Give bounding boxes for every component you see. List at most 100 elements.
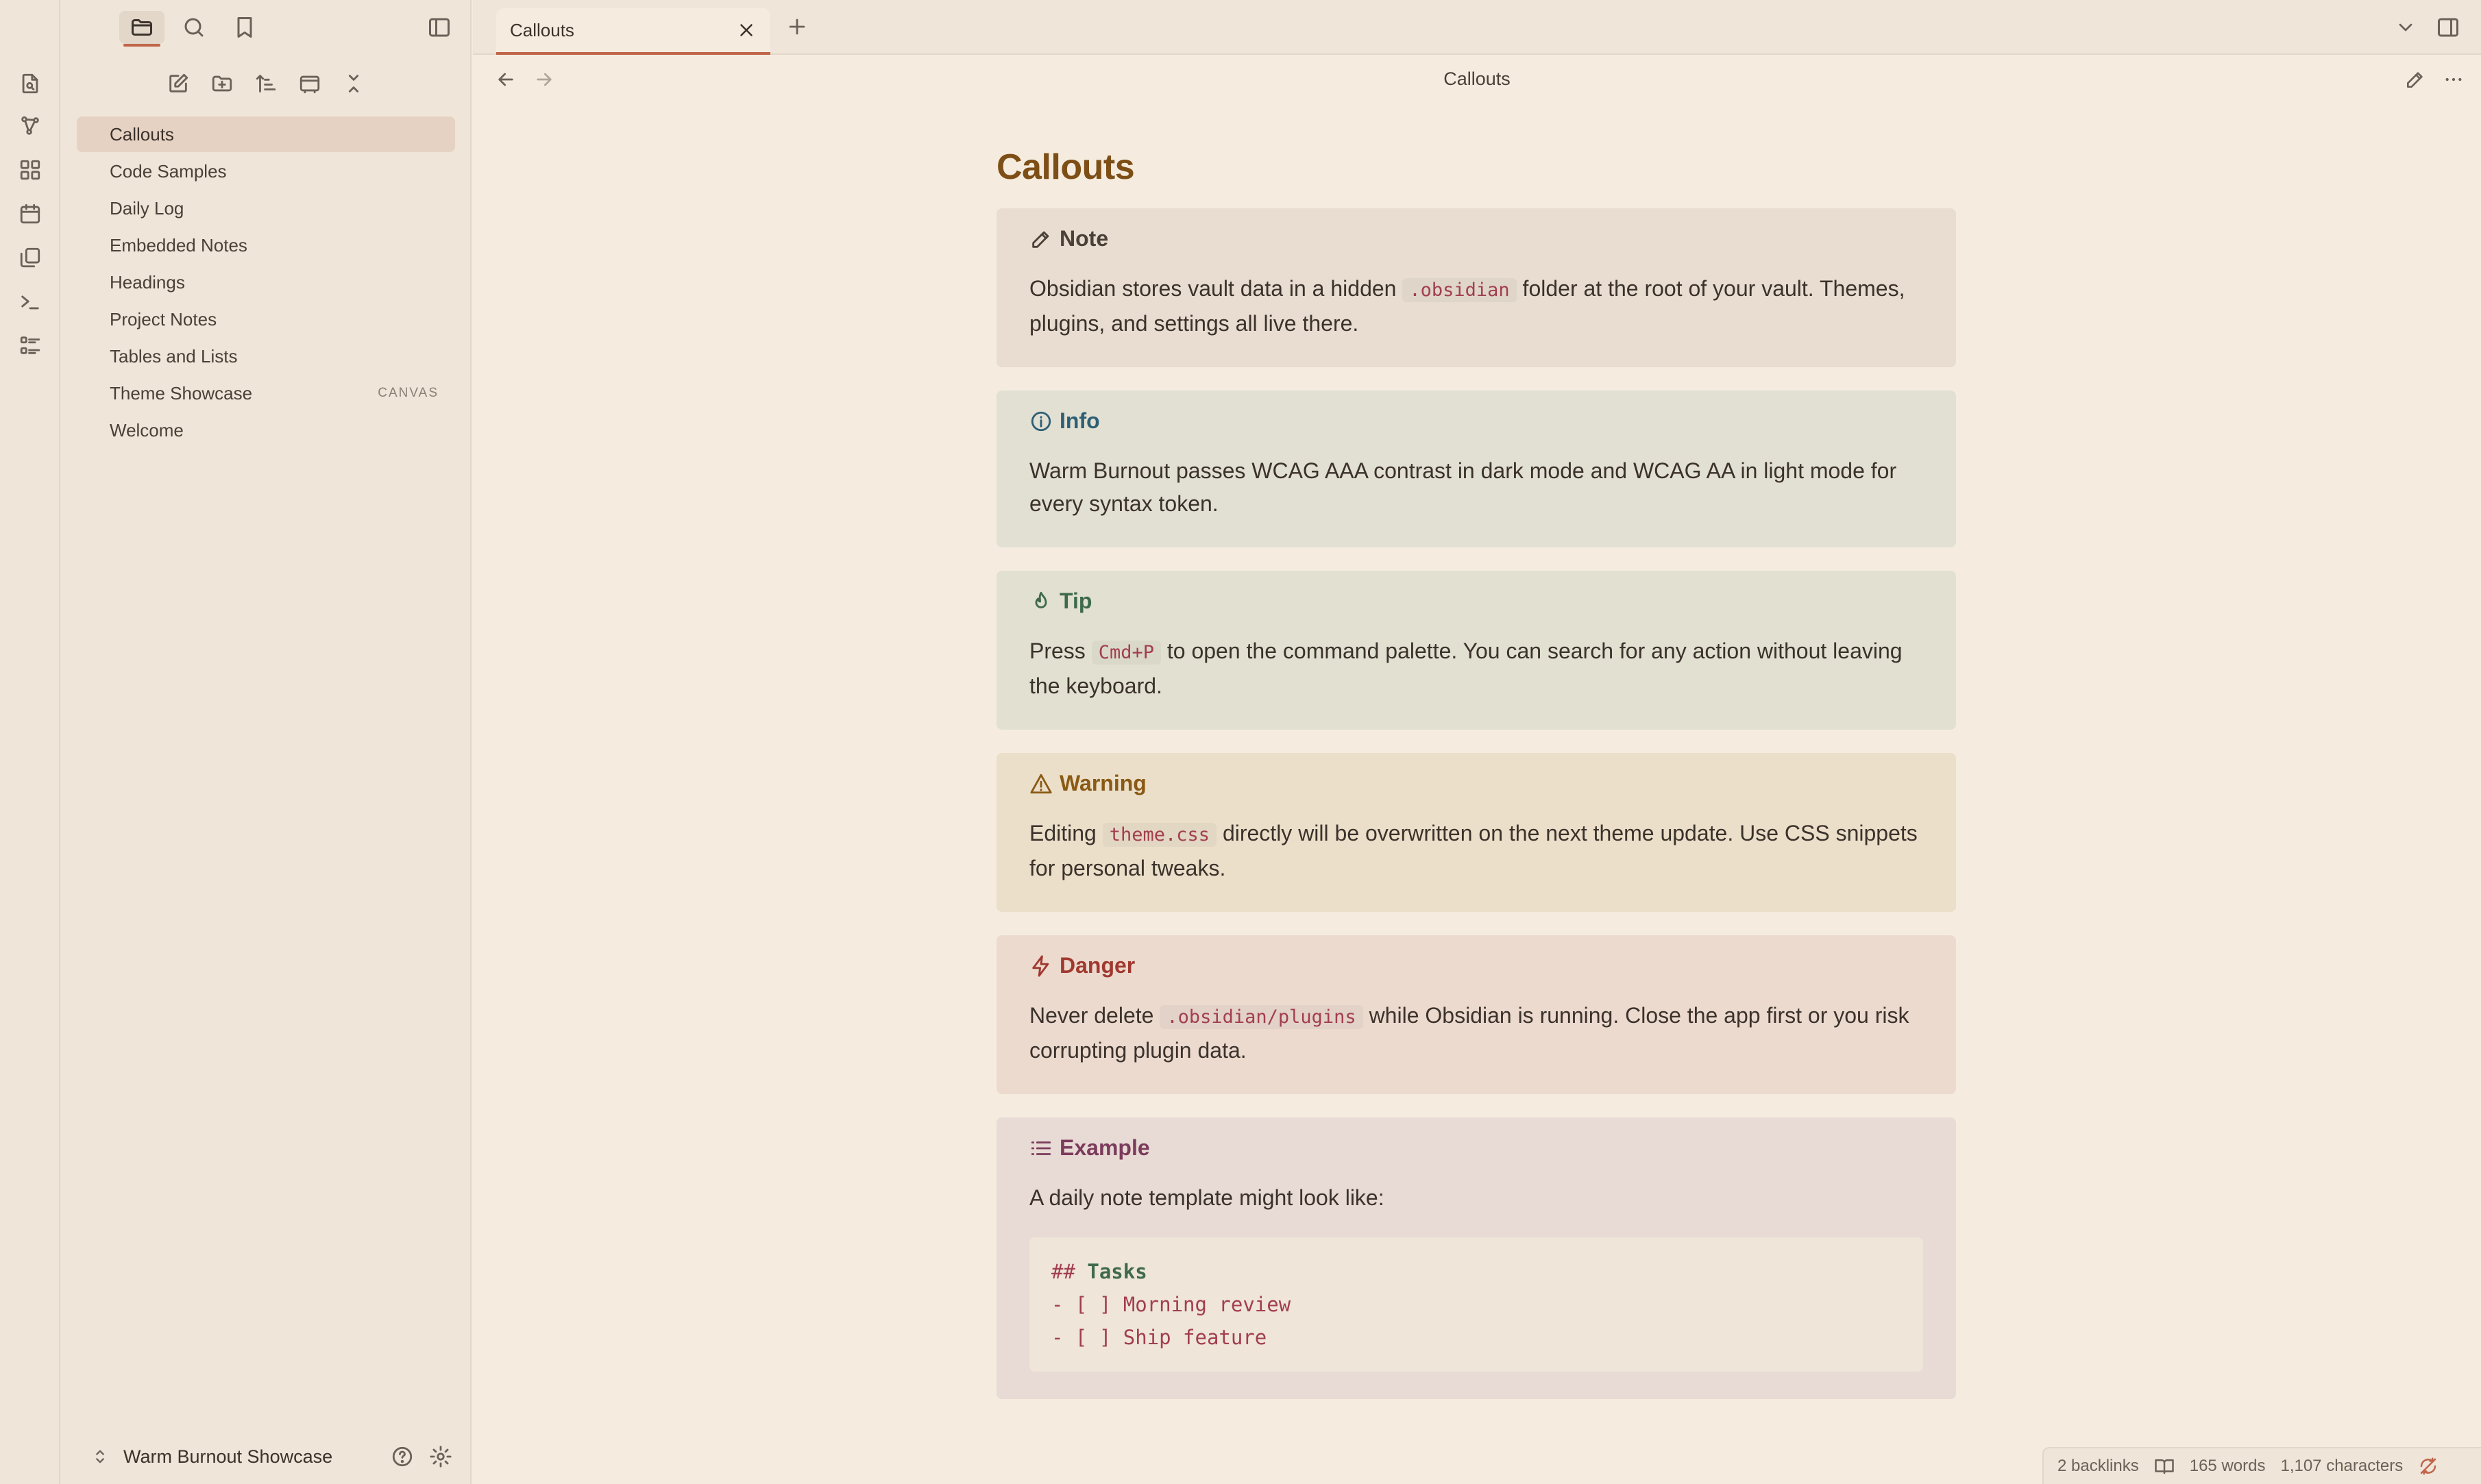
file-item-daily-log[interactable]: Daily Log <box>77 190 455 226</box>
callout-title-text: Warning <box>1060 771 1147 795</box>
callout-text: Never delete <box>1029 1003 1160 1028</box>
pencil-icon <box>2404 69 2426 90</box>
inline-code: Cmd+P <box>1092 641 1161 665</box>
view-title[interactable]: Callouts <box>473 69 2481 90</box>
file-item-label: Headings <box>110 271 185 293</box>
new-note-button[interactable] <box>162 69 195 99</box>
callout-title: Example <box>1029 1135 1923 1161</box>
callout-body: A daily note template might look like: <box>1029 1185 1384 1210</box>
tab-callouts[interactable]: Callouts <box>496 8 770 55</box>
collapse-all-button[interactable] <box>337 69 370 99</box>
settings-gear-icon[interactable] <box>429 1445 452 1468</box>
list-icon <box>1029 1137 1053 1160</box>
file-tree: Callouts Code Samples Daily Log Embedded… <box>77 116 455 449</box>
callout-title: Danger <box>1029 953 1923 978</box>
callout-title-text: Example <box>1060 1135 1150 1160</box>
callout-note: Note Obsidian stores vault data in a hid… <box>997 208 1956 367</box>
code-line: - [ ] Ship feature <box>1051 1326 1267 1349</box>
backlinks-count[interactable]: 2 backlinks <box>2057 1457 2139 1476</box>
callout-tip: Tip Press Cmd+P to open the command pale… <box>997 571 1956 730</box>
callout-title-text: Tip <box>1060 589 1092 613</box>
bookmarks-tab[interactable] <box>222 11 267 44</box>
collapse-icon <box>342 72 365 95</box>
file-item-headings[interactable]: Headings <box>77 264 455 300</box>
warning-triangle-icon <box>1029 772 1053 795</box>
code-line: ## Tasks <box>1051 1255 1901 1288</box>
file-item-tables-and-lists[interactable]: Tables and Lists <box>77 338 455 374</box>
tab-label: Callouts <box>510 19 574 40</box>
tab-list-dropdown[interactable] <box>2395 16 2417 38</box>
new-folder-button[interactable] <box>206 69 239 99</box>
canvas-icon[interactable] <box>15 155 45 185</box>
bookmark-icon <box>232 15 257 40</box>
file-item-theme-showcase[interactable]: Theme Showcase CANVAS <box>77 375 455 411</box>
callout-body: Press Cmd+P to open the command palette.… <box>1029 634 1923 702</box>
ellipsis-icon <box>2443 69 2465 90</box>
new-tab-button[interactable] <box>785 15 809 38</box>
code-token: ## <box>1051 1260 1075 1283</box>
file-item-project-notes[interactable]: Project Notes <box>77 301 455 337</box>
word-count: 165 words <box>2189 1457 2266 1475</box>
file-item-embedded-notes[interactable]: Embedded Notes <box>77 227 455 263</box>
outline-list-icon[interactable] <box>15 330 45 360</box>
file-item-label: Embedded Notes <box>110 234 247 256</box>
edit-mode-button[interactable] <box>2404 69 2426 90</box>
plus-icon <box>785 15 809 38</box>
right-sidebar-icon <box>2436 15 2460 40</box>
file-item-welcome[interactable]: Welcome <box>77 412 455 448</box>
search-tab[interactable] <box>171 11 217 44</box>
toggle-right-sidebar-button[interactable] <box>2436 15 2460 40</box>
file-item-label: Project Notes <box>110 308 217 330</box>
close-tab-icon[interactable] <box>736 20 757 40</box>
file-item-code-samples[interactable]: Code Samples <box>77 153 455 189</box>
callout-title: Info <box>1029 408 1923 434</box>
files-tab[interactable] <box>119 11 164 47</box>
chevron-down-icon <box>2395 16 2417 38</box>
inline-code: .obsidian/plugins <box>1160 1005 1362 1029</box>
callout-body: Never delete .obsidian/plugins while Obs… <box>1029 999 1923 1067</box>
file-item-label: Tables and Lists <box>110 345 238 367</box>
sync-disabled-icon[interactable] <box>2418 1456 2439 1476</box>
collapse-sidebar-button[interactable] <box>417 11 462 44</box>
sort-order-button[interactable] <box>249 69 282 99</box>
callout-danger: Danger Never delete .obsidian/plugins wh… <box>997 935 1956 1094</box>
auto-reveal-button[interactable] <box>293 69 326 99</box>
callout-text: Editing <box>1029 821 1103 845</box>
graph-view-icon[interactable] <box>15 111 45 141</box>
lightning-icon <box>1029 954 1053 978</box>
callout-text: Obsidian stores vault data in a hidden <box>1029 276 1403 301</box>
quick-switcher-icon[interactable] <box>15 69 45 99</box>
callout-info: Info Warm Burnout passes WCAG AAA contra… <box>997 391 1956 547</box>
sidebar-toggle-icon <box>427 15 452 40</box>
templates-icon[interactable] <box>15 243 45 273</box>
callout-title-text: Danger <box>1060 953 1136 978</box>
callout-body: Obsidian stores vault data in a hidden .… <box>1029 272 1923 340</box>
character-count: 1,107 characters <box>2280 1457 2404 1475</box>
reveal-file-icon <box>298 72 321 95</box>
code-line: - [ ] Morning review <box>1051 1293 1291 1316</box>
folder-plus-icon <box>210 72 234 95</box>
daily-note-calendar-icon[interactable] <box>15 199 45 229</box>
callout-title-text: Info <box>1060 408 1100 433</box>
callout-title: Warning <box>1029 771 1923 796</box>
file-item-callouts[interactable]: Callouts <box>77 116 455 152</box>
callout-text: Press <box>1029 639 1092 663</box>
callout-example: Example A daily note template might look… <box>997 1117 1956 1399</box>
edit-icon <box>167 72 190 95</box>
callout-title: Note <box>1029 226 1923 251</box>
callout-body: Warm Burnout passes WCAG AAA contrast in… <box>1029 458 1897 516</box>
more-options-button[interactable] <box>2443 69 2465 90</box>
view-header: Callouts <box>473 56 2481 106</box>
reading-book-icon[interactable] <box>2154 1456 2175 1476</box>
file-item-label: Theme Showcase <box>110 382 253 404</box>
folder-icon <box>130 15 154 40</box>
tab-bar: Callouts <box>473 0 2481 55</box>
vault-switcher-icon[interactable] <box>90 1447 110 1466</box>
callout-body: Editing theme.css directly will be overw… <box>1029 817 1923 885</box>
command-palette-icon[interactable] <box>15 286 45 317</box>
help-icon[interactable] <box>391 1445 414 1468</box>
search-icon <box>182 15 206 40</box>
callout-title: Tip <box>1029 589 1923 614</box>
vault-name[interactable]: Warm Burnout Showcase <box>123 1446 391 1468</box>
callout-text: to open the command palette. You can sea… <box>1029 639 1903 698</box>
